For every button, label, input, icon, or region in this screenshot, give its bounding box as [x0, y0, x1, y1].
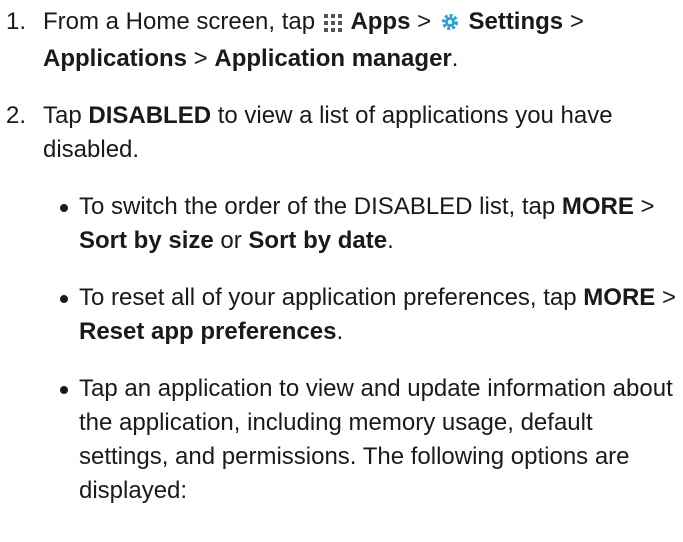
apps-grid-icon — [323, 8, 342, 42]
more-label: MORE — [583, 284, 656, 311]
application-manager-label: Application manager — [214, 45, 452, 72]
more-label: MORE — [561, 193, 634, 220]
bullet-app-info: Tap an application to view and update in… — [0, 372, 683, 508]
disabled-tab-label: DISABLED — [88, 102, 212, 129]
period: . — [336, 318, 344, 345]
bullet-list: To switch the order of the DISABLED list… — [0, 190, 683, 508]
settings-label: Settings — [468, 8, 564, 35]
bullet-dot — [60, 386, 68, 394]
applications-label: Applications — [43, 45, 188, 72]
bullet-dot — [60, 295, 68, 303]
bullet-text: To switch the order of the DISABLED list… — [79, 193, 562, 220]
separator: > — [187, 45, 215, 72]
step-2: 2. Tap DISABLED to view a list of applic… — [0, 99, 683, 167]
step-text: From a Home screen, tap — [43, 8, 322, 35]
or-text: or — [213, 227, 249, 254]
separator: > — [410, 8, 438, 35]
instructions: 1. From a Home screen, tap Apps > Settin… — [0, 0, 683, 508]
separator: > — [633, 193, 655, 220]
bullet-sort: To switch the order of the DISABLED list… — [0, 190, 683, 258]
separator: > — [563, 8, 584, 35]
step-number: 1. — [6, 8, 27, 35]
step-number: 2. — [6, 102, 27, 129]
step-text: Tap — [43, 102, 89, 129]
bullet-text: To reset all of your application prefere… — [79, 284, 584, 311]
bullet-reset: To reset all of your application prefere… — [0, 281, 683, 349]
bullet-text: Tap an application to view and update in… — [79, 375, 673, 504]
bullet-dot — [60, 204, 68, 212]
reset-app-preferences-label: Reset app preferences — [79, 318, 337, 345]
step-1: 1. From a Home screen, tap Apps > Settin… — [0, 5, 683, 76]
gear-icon — [440, 8, 460, 42]
period: . — [387, 227, 394, 254]
period: . — [451, 45, 459, 72]
apps-label: Apps — [350, 8, 411, 35]
sort-by-date-label: Sort by date — [248, 227, 388, 254]
sort-by-size-label: Sort by size — [79, 227, 214, 254]
separator: > — [655, 284, 676, 311]
